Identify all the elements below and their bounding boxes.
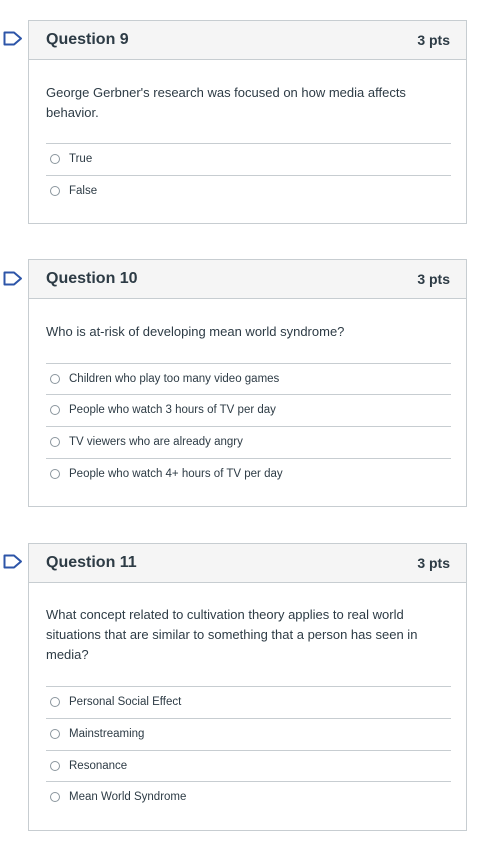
question-header: Question 9 3 pts	[29, 21, 466, 60]
question-card: Question 9 3 pts George Gerbner's resear…	[28, 20, 467, 224]
question-points: 3 pts	[417, 271, 450, 287]
radio-unselected-icon[interactable]	[50, 729, 60, 739]
answer-option[interactable]: Resonance	[46, 750, 451, 781]
answer-label: People who watch 3 hours of TV per day	[69, 404, 276, 416]
answer-option[interactable]: Children who play too many video games	[46, 363, 451, 394]
answer-label: Mean World Syndrome	[69, 791, 187, 803]
flag-question-icon[interactable]	[3, 271, 23, 286]
radio-unselected-icon[interactable]	[50, 792, 60, 802]
answer-label: TV viewers who are already angry	[69, 436, 243, 448]
answer-option[interactable]: Mean World Syndrome	[46, 781, 451, 812]
answer-option[interactable]: True	[46, 143, 451, 174]
radio-unselected-icon[interactable]	[50, 154, 60, 164]
answer-label: Personal Social Effect	[69, 696, 182, 708]
question-text: Who is at-risk of developing mean world …	[46, 324, 345, 339]
question-card: Question 10 3 pts Who is at-risk of deve…	[28, 259, 467, 507]
answer-label: People who watch 4+ hours of TV per day	[69, 468, 283, 480]
answer-option[interactable]: False	[46, 175, 451, 206]
answer-label: Children who play too many video games	[69, 373, 280, 385]
question-text: George Gerbner's research was focused on…	[46, 85, 406, 120]
answer-label: Mainstreaming	[69, 728, 145, 740]
question-title: Question 10	[46, 270, 138, 287]
question-title: Question 11	[46, 554, 137, 571]
radio-unselected-icon[interactable]	[50, 374, 60, 384]
question-title: Question 9	[46, 31, 129, 48]
answer-option[interactable]: People who watch 3 hours of TV per day	[46, 394, 451, 425]
answer-option[interactable]: Mainstreaming	[46, 718, 451, 749]
question-points: 3 pts	[417, 555, 450, 571]
question-text: What concept related to cultivation theo…	[46, 607, 418, 662]
answer-option[interactable]: Personal Social Effect	[46, 686, 451, 717]
radio-unselected-icon[interactable]	[50, 437, 60, 447]
answer-label: False	[69, 185, 98, 197]
question-header: Question 11 3 pts	[29, 544, 466, 583]
radio-unselected-icon[interactable]	[50, 697, 60, 707]
question-card: Question 11 3 pts What concept related t…	[28, 543, 467, 831]
flag-question-icon[interactable]	[3, 554, 23, 569]
flag-question-icon[interactable]	[3, 31, 23, 46]
radio-unselected-icon[interactable]	[50, 469, 60, 479]
radio-unselected-icon[interactable]	[50, 761, 60, 771]
question-points: 3 pts	[417, 32, 450, 48]
answer-label: True	[69, 153, 93, 165]
question-header: Question 10 3 pts	[29, 260, 466, 299]
answer-option[interactable]: TV viewers who are already angry	[46, 426, 451, 457]
answer-label: Resonance	[69, 760, 128, 772]
answer-option[interactable]: People who watch 4+ hours of TV per day	[46, 458, 451, 489]
radio-unselected-icon[interactable]	[50, 405, 60, 415]
radio-unselected-icon[interactable]	[50, 186, 60, 196]
